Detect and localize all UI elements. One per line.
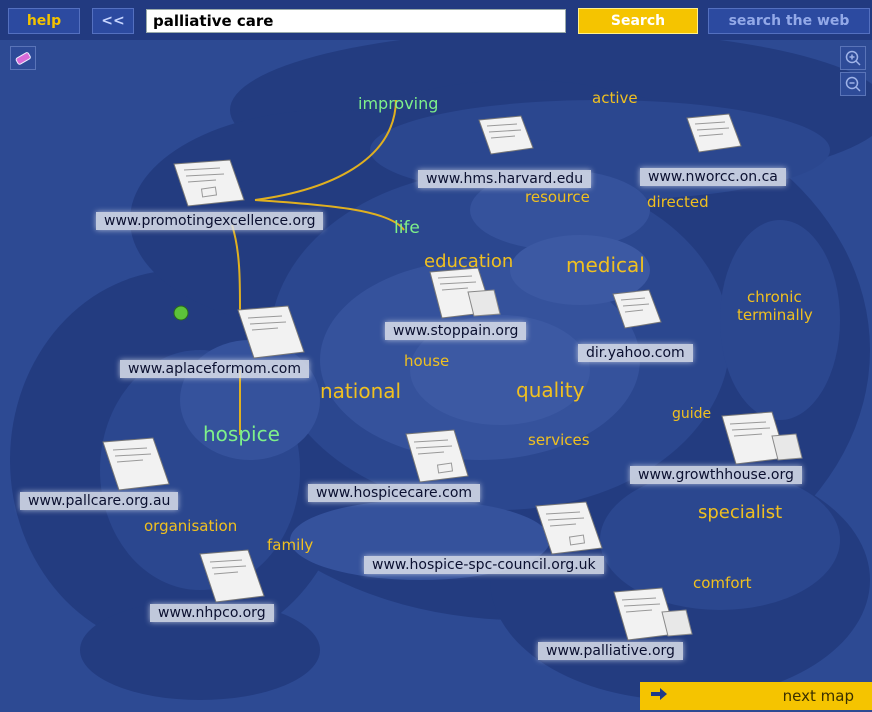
next-map-button[interactable]: next map	[640, 682, 872, 710]
site-node[interactable]: www.hospicecare.com	[308, 428, 481, 502]
back-button[interactable]: <<	[92, 8, 134, 34]
site-node[interactable]: www.stoppain.org	[385, 266, 527, 340]
site-node[interactable]: dir.yahoo.com	[578, 288, 693, 362]
site-node[interactable]: www.palliative.org	[538, 586, 694, 660]
keyword[interactable]: organisation	[144, 517, 237, 535]
site-url[interactable]: www.nhpco.org	[150, 604, 274, 622]
site-url[interactable]: www.growthhouse.org	[630, 466, 802, 484]
site-url[interactable]: www.promotingexcellence.org	[96, 212, 324, 230]
keyword[interactable]: directed	[647, 193, 709, 211]
document-icon	[673, 112, 753, 166]
keyword[interactable]: improving	[358, 94, 438, 113]
site-url[interactable]: www.nworcc.on.ca	[640, 168, 786, 186]
document-icon	[444, 500, 603, 555]
site-url[interactable]: www.aplaceformom.com	[120, 360, 309, 378]
site-node[interactable]: www.nhpco.org	[150, 548, 274, 622]
document-icon	[174, 304, 306, 359]
site-node[interactable]: www.hospice-spc-council.org.uk	[364, 500, 604, 574]
site-node[interactable]: www.aplaceformom.com	[120, 304, 309, 378]
help-button[interactable]: help	[8, 8, 80, 34]
keyword[interactable]: life	[394, 218, 420, 238]
keyword[interactable]: national	[320, 379, 401, 403]
keyword[interactable]: resource	[525, 188, 590, 206]
document-icon	[59, 436, 170, 491]
search-button[interactable]: Search	[578, 8, 698, 34]
search-input[interactable]	[146, 9, 566, 33]
arrow-right-icon	[650, 687, 668, 705]
document-icon	[354, 428, 469, 483]
document-icon	[170, 156, 250, 210]
document-icon	[416, 266, 501, 320]
document-icon	[570, 586, 694, 641]
document-icon	[676, 410, 803, 465]
site-node[interactable]: www.pallcare.org.au	[20, 436, 179, 510]
document-icon	[172, 548, 265, 603]
site-url[interactable]: www.palliative.org	[538, 642, 683, 660]
next-map-label: next map	[782, 687, 854, 705]
keyword[interactable]: medical	[566, 253, 645, 277]
site-node[interactable]: www.growthhouse.org	[630, 410, 803, 484]
site-node[interactable]: www.hms.harvard.edu	[418, 114, 592, 188]
keyword[interactable]: quality	[516, 378, 584, 402]
keyword[interactable]: active	[592, 89, 638, 107]
site-url[interactable]: www.stoppain.org	[385, 322, 527, 340]
site-url[interactable]: dir.yahoo.com	[578, 344, 693, 362]
concept-map: improving active resource directed life …	[0, 40, 872, 712]
document-icon	[465, 114, 545, 168]
site-url[interactable]: www.hospice-spc-council.org.uk	[364, 556, 604, 574]
keyword[interactable]: chronic	[747, 288, 802, 306]
document-icon	[595, 288, 675, 342]
site-node[interactable]: www.promotingexcellence.org	[96, 156, 324, 230]
keyword[interactable]: terminally	[737, 306, 813, 324]
eraser-icon[interactable]	[10, 46, 36, 70]
top-toolbar: help << Search search the web	[0, 0, 872, 40]
zoom-in-icon[interactable]	[840, 46, 866, 70]
zoom-out-icon[interactable]	[840, 72, 866, 96]
site-url[interactable]: www.pallcare.org.au	[20, 492, 179, 510]
site-url[interactable]: www.hms.harvard.edu	[418, 170, 592, 188]
site-node[interactable]: www.nworcc.on.ca	[640, 112, 786, 186]
keyword[interactable]: house	[404, 352, 449, 370]
search-the-web-button[interactable]: search the web	[708, 8, 870, 34]
